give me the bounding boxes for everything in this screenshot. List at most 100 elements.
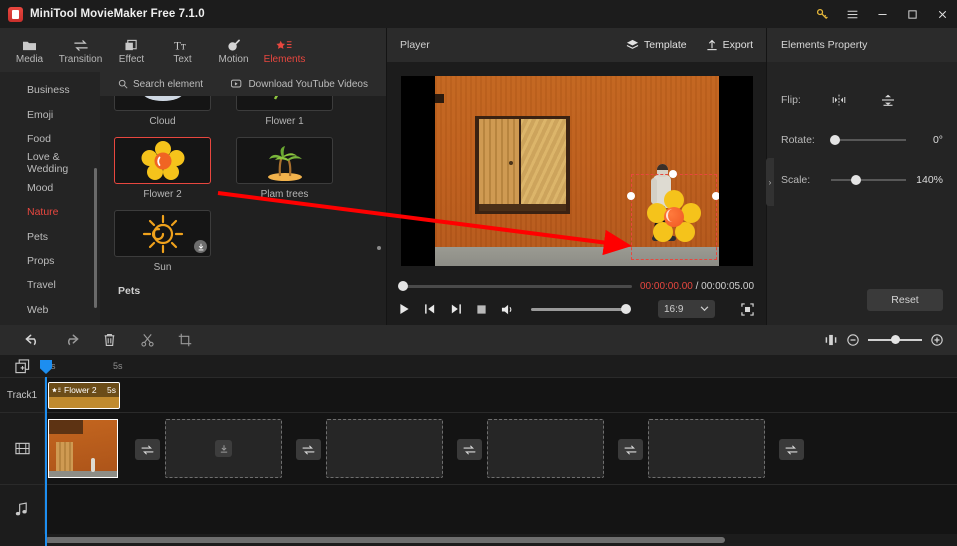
category-travel[interactable]: Travel bbox=[0, 273, 100, 297]
selection-handle-right[interactable] bbox=[711, 191, 719, 200]
zoom-in-button[interactable] bbox=[931, 334, 943, 346]
element-item-flower-1[interactable]: Flower 1 bbox=[236, 96, 333, 127]
category-props[interactable]: Props bbox=[0, 249, 100, 273]
track1-body[interactable]: Flower 2 5s bbox=[45, 378, 957, 412]
tab-effect[interactable]: Effect bbox=[106, 29, 157, 71]
key-icon[interactable] bbox=[807, 0, 837, 28]
category-food[interactable]: Food bbox=[0, 127, 100, 151]
category-mood[interactable]: Mood bbox=[0, 176, 100, 200]
timeline-horizontal-scrollbar[interactable] bbox=[45, 537, 725, 543]
category-scrollbar[interactable] bbox=[94, 168, 97, 308]
element-item-sun[interactable]: Sun bbox=[114, 210, 211, 273]
download-badge-icon[interactable] bbox=[194, 240, 207, 253]
timeline-zoom-slider[interactable] bbox=[868, 335, 922, 344]
tab-motion[interactable]: Motion bbox=[208, 29, 259, 71]
selection-handle-left[interactable] bbox=[626, 191, 635, 200]
media-placeholder-4[interactable] bbox=[648, 419, 765, 478]
flip-vertical-button[interactable] bbox=[880, 93, 896, 107]
timeline-zoom-thumb[interactable] bbox=[891, 335, 900, 344]
crop-icon[interactable] bbox=[166, 333, 204, 347]
preview-canvas[interactable] bbox=[400, 75, 753, 266]
category-pets[interactable]: Pets bbox=[0, 224, 100, 248]
category-emoji[interactable]: Emoji bbox=[0, 102, 100, 126]
stop-button[interactable] bbox=[476, 304, 487, 315]
transition-slot-2[interactable] bbox=[296, 439, 321, 460]
close-button[interactable] bbox=[927, 0, 957, 28]
element-item-cloud[interactable]: Cloud bbox=[114, 96, 211, 127]
category-nature[interactable]: Nature bbox=[0, 200, 100, 224]
player-title: Player bbox=[400, 39, 430, 51]
split-icon[interactable] bbox=[128, 333, 166, 347]
zoom-out-button[interactable] bbox=[847, 334, 859, 346]
transition-slot-3[interactable] bbox=[457, 439, 482, 460]
video-track-header[interactable] bbox=[0, 413, 45, 484]
fullscreen-button[interactable] bbox=[741, 302, 754, 316]
hamburger-menu-icon[interactable] bbox=[837, 0, 867, 28]
previous-frame-button[interactable] bbox=[424, 303, 436, 315]
element-thumb bbox=[236, 96, 333, 111]
folder-icon bbox=[22, 36, 37, 52]
reset-button[interactable]: Reset bbox=[867, 289, 943, 311]
app-logo-icon bbox=[8, 6, 23, 22]
transition-slot-1[interactable] bbox=[135, 439, 160, 460]
next-frame-button[interactable] bbox=[450, 303, 462, 315]
video-track-body[interactable] bbox=[45, 413, 957, 484]
volume-thumb[interactable] bbox=[621, 304, 631, 314]
category-label: Travel bbox=[27, 279, 56, 292]
maximize-button[interactable] bbox=[897, 0, 927, 28]
seek-slider[interactable] bbox=[398, 281, 632, 291]
transition-slot-4[interactable] bbox=[618, 439, 643, 460]
flip-row: Flip: bbox=[781, 84, 943, 115]
audio-track-body[interactable] bbox=[45, 485, 957, 534]
audio-track-header[interactable] bbox=[0, 485, 45, 534]
delete-icon[interactable] bbox=[90, 333, 128, 347]
export-button[interactable]: Export bbox=[706, 39, 753, 51]
aspect-ratio-select[interactable]: 16:9 bbox=[658, 300, 715, 318]
scale-thumb[interactable] bbox=[851, 174, 861, 185]
volume-slider[interactable] bbox=[531, 304, 631, 314]
search-element[interactable]: Search element bbox=[118, 79, 203, 90]
add-media-button[interactable] bbox=[0, 355, 45, 377]
scale-slider[interactable] bbox=[831, 174, 906, 185]
placeholder-download-icon bbox=[215, 440, 232, 457]
player-panel: Player Template Export 00:00:00.00 / 00:… bbox=[386, 28, 766, 325]
tab-media[interactable]: Media bbox=[4, 29, 55, 71]
playhead[interactable] bbox=[40, 360, 52, 546]
undo-icon[interactable] bbox=[14, 333, 52, 347]
rotate-thumb[interactable] bbox=[830, 134, 840, 145]
flip-horizontal-button[interactable] bbox=[831, 93, 847, 107]
timeline-clip-flower2[interactable]: Flower 2 5s bbox=[48, 382, 120, 409]
search-placeholder: Search element bbox=[133, 78, 204, 90]
media-placeholder-3[interactable] bbox=[487, 419, 604, 478]
player-header-buttons: Template Export bbox=[626, 39, 753, 51]
media-placeholder-2[interactable] bbox=[326, 419, 443, 478]
element-scroll-dot[interactable] bbox=[377, 246, 381, 250]
element-item-plam-trees[interactable]: Plam trees bbox=[236, 137, 333, 200]
minimize-button[interactable] bbox=[867, 0, 897, 28]
tab-text[interactable]: Tт Text bbox=[157, 29, 208, 71]
ruler-ticks[interactable]: 0s 5s bbox=[45, 355, 957, 377]
category-web[interactable]: Web bbox=[0, 298, 100, 322]
element-item-flower-2[interactable]: Flower 2 bbox=[114, 137, 211, 200]
element-row-last: Sun bbox=[114, 210, 372, 273]
volume-button[interactable] bbox=[501, 303, 515, 316]
rotate-slider[interactable] bbox=[830, 134, 906, 145]
scale-value: 140% bbox=[916, 173, 943, 186]
properties-body: Flip: Rotate: 0° Scale: 140% bbox=[767, 62, 957, 289]
media-placeholder-1[interactable] bbox=[165, 419, 282, 478]
play-button[interactable] bbox=[399, 303, 410, 315]
category-label: Love & Wedding bbox=[27, 151, 69, 176]
timeline-video-clip[interactable] bbox=[48, 419, 118, 478]
template-button[interactable]: Template bbox=[626, 39, 687, 51]
redo-icon[interactable] bbox=[52, 333, 90, 347]
seek-thumb[interactable] bbox=[398, 281, 408, 291]
category-love-wedding[interactable]: Love & Wedding bbox=[0, 151, 100, 175]
download-youtube-videos-button[interactable]: Download YouTube Videos bbox=[231, 79, 368, 90]
tab-transition[interactable]: Transition bbox=[55, 29, 106, 71]
transition-slot-5[interactable] bbox=[779, 439, 804, 460]
category-business[interactable]: Business bbox=[0, 78, 100, 102]
selection-handle-top[interactable] bbox=[668, 169, 677, 178]
tab-elements[interactable]: Elements bbox=[259, 29, 310, 71]
fit-timeline-icon[interactable] bbox=[824, 334, 838, 346]
flower-overlay-element[interactable] bbox=[646, 189, 701, 244]
